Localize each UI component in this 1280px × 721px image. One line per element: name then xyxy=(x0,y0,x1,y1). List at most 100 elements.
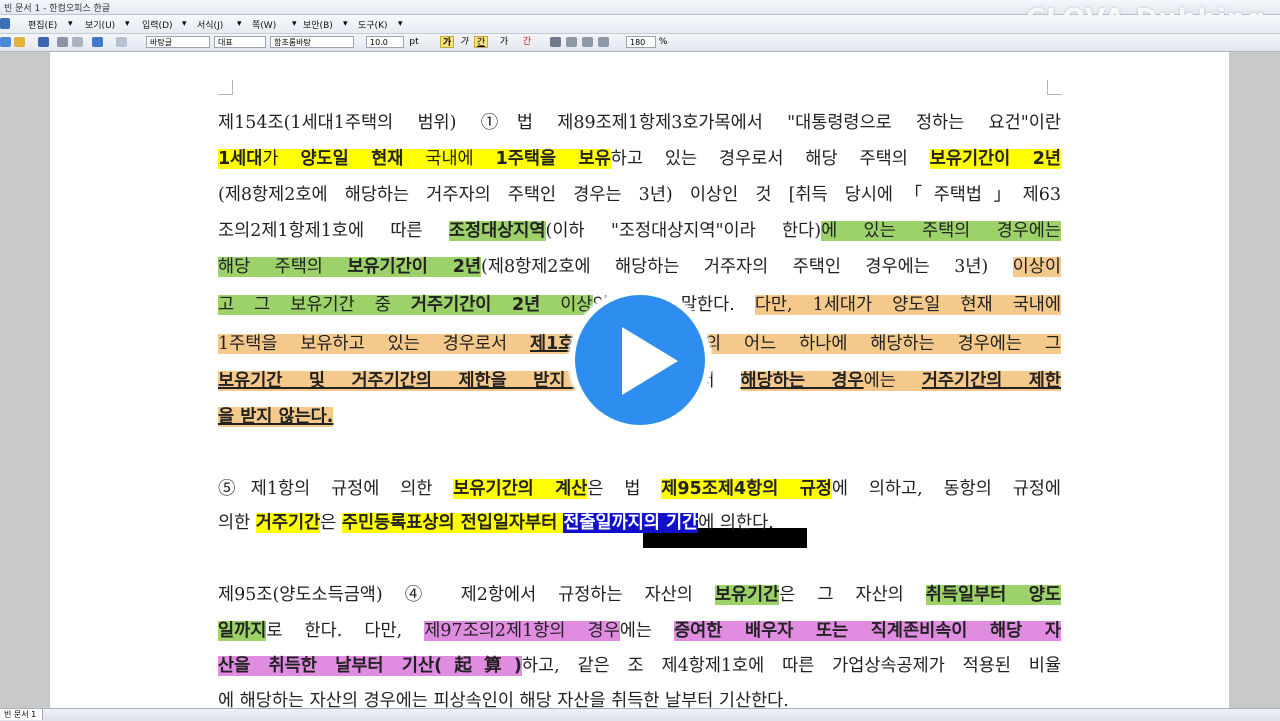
align-right-icon[interactable] xyxy=(598,37,609,47)
document-line: 산을 취득한 날부터 기산(起算)하고, 같은 조 제4항제1호에 따른 가업상… xyxy=(218,653,1061,679)
style-select[interactable]: 바탕글 xyxy=(146,36,210,48)
zoom-unit: % xyxy=(658,37,668,47)
strikethrough-button[interactable]: 가 xyxy=(497,36,511,48)
text-run: 에 해당하는 자산의 경우에는 피상속인이 해당 자산을 취득한 날부터 기산한… xyxy=(218,691,789,708)
text-run: 산을 취득한 날부터 기산(起算) xyxy=(218,656,522,676)
text-run: 일까지 xyxy=(218,621,267,641)
document-line: 1세대가 양도일 현재 국내에 1주택을 보유하고 있는 경우로서 해당 주택의… xyxy=(218,146,1061,172)
redo-icon[interactable] xyxy=(116,37,127,47)
toolbar: 바탕글 대표 함초롬바탕 10.0 pt 가 가 간 가 간 180 % xyxy=(0,34,1280,52)
text-run: 은 법 xyxy=(587,479,662,499)
text-run: 1세대 xyxy=(218,149,263,169)
document-tab[interactable]: 빈 문서 1 xyxy=(0,709,44,720)
status-bar: 빈 문서 1 xyxy=(0,708,1280,721)
text-run: 보유기간 및 거주기간의 제한을 받지 않는 xyxy=(218,371,625,391)
text-run: 1주택을 보유하고 있는 경우로서 xyxy=(218,334,531,354)
new-document-icon[interactable] xyxy=(0,37,11,47)
chevron-down-icon[interactable]: ▾ xyxy=(292,19,297,29)
text-run: 로 한다. 다만, xyxy=(266,621,425,641)
chevron-down-icon[interactable]: ▾ xyxy=(237,19,242,29)
text-run: 보유기간이 2년 xyxy=(347,257,482,277)
document-line: 에 해당하는 자산의 경우에는 피상속인이 해당 자산을 취득한 날부터 기산한… xyxy=(218,688,1061,708)
page-corner-mark-left xyxy=(218,80,233,95)
text-run: 국내에 xyxy=(403,149,496,169)
font-color-button[interactable]: 간 xyxy=(520,36,534,48)
align-justify-icon[interactable] xyxy=(550,37,561,47)
chevron-down-icon[interactable]: ▾ xyxy=(182,19,187,29)
text-run: 전출일까지의 기간 xyxy=(563,513,699,533)
chevron-down-icon[interactable]: ▾ xyxy=(68,19,73,29)
preview-icon[interactable] xyxy=(72,37,83,47)
chevron-down-icon[interactable]: ▾ xyxy=(343,19,348,29)
text-run: 하고 있는 경우로서 해당 주택의 xyxy=(610,149,930,169)
menu-item[interactable]: 서식(J) xyxy=(197,18,223,31)
bold-button[interactable]: 가 xyxy=(440,36,454,48)
text-run: 보유기간 xyxy=(714,585,780,605)
menu-item[interactable]: 입력(D) xyxy=(142,18,173,31)
text-run: 에는 xyxy=(619,621,675,641)
text-run: 제95조(양도소득금액) ④ 제2항에서 규정하는 자산의 xyxy=(218,585,715,605)
play-icon xyxy=(622,327,678,395)
document-line: 해당 주택의 보유기간이 2년(제8항제2호에 해당하는 거주자의 주택인 경우… xyxy=(218,254,1061,280)
text-run: 을 받지 않는다. xyxy=(218,407,334,427)
text-run: 은 그 자산의 xyxy=(779,585,926,605)
font-size-input[interactable]: 10.0 xyxy=(366,36,404,48)
right-margin-area[interactable] xyxy=(1229,52,1280,708)
text-run: 은 xyxy=(320,513,342,533)
menu-item[interactable]: 쪽(W) xyxy=(252,18,276,31)
text-run: 해당 주택의 xyxy=(218,257,348,277)
document-line: 일까지로 한다. 다만, 제97조의2제1항의 경우에는 증여한 배우자 또는 … xyxy=(218,618,1061,644)
text-run: 거주기간의 제한 xyxy=(921,371,1062,391)
text-run: 고 그 보유기간 중 xyxy=(218,295,411,315)
print-icon[interactable] xyxy=(57,37,68,47)
text-run: 보유기간의 계산 xyxy=(453,479,588,499)
menu-item[interactable]: 도구(K) xyxy=(358,18,388,31)
underline-button[interactable]: 간 xyxy=(474,36,488,48)
align-left-icon[interactable] xyxy=(566,37,577,47)
menu-item[interactable]: 보안(B) xyxy=(303,18,333,31)
zoom-input[interactable]: 180 xyxy=(626,36,656,48)
document-line: (제8항제2호에 해당하는 거주자의 주택인 경우는 3년) 이상인 것 [취득… xyxy=(218,182,1061,208)
language-select[interactable]: 대표 xyxy=(214,36,266,48)
text-run: 해당하는 경우 xyxy=(740,371,864,391)
menu-item[interactable]: 편집(E) xyxy=(28,18,57,31)
align-center-icon[interactable] xyxy=(582,37,593,47)
font-size-unit[interactable]: pt xyxy=(406,36,422,48)
text-run: 이상이 xyxy=(1012,257,1061,277)
open-folder-icon[interactable] xyxy=(14,37,25,47)
chevron-down-icon[interactable]: ▾ xyxy=(398,19,403,29)
menu-bar: 편집(E) ▾ 보기(U) ▾ 입력(D) ▾ 서식(J) ▾ 쪽(W) ▾ 보안(B) ▾ 도구(K)… xyxy=(0,15,1280,34)
text-run: 에 있는 주택의 경우에는 xyxy=(821,221,1061,241)
text-run: 거주기간 xyxy=(255,513,321,533)
italic-button[interactable]: 가 xyxy=(457,36,471,48)
document-line: 제154조(1세대1주택의 범위) ①법 제89조제1항제3호가목에서 "대통령… xyxy=(218,110,1061,136)
app-icon[interactable] xyxy=(0,18,10,29)
menu-item[interactable]: 보기(U) xyxy=(85,18,115,31)
page-corner-mark-right xyxy=(1047,80,1062,95)
text-run: ⑤제1항의 규정에 의한 xyxy=(218,479,454,499)
text-run: 보유기간이 2년 xyxy=(929,149,1061,169)
text-run: 취득일부터 양도 xyxy=(925,585,1061,605)
text-run: 다만, 1세대가 양도일 현재 국내에 xyxy=(754,295,1061,315)
text-run: (이하 "조정대상지역"이라 한다) xyxy=(545,221,822,241)
document-line: 의한 거주기간은 주민등록표상의 전입일자부터 전출일까지의 기간에 의한다. xyxy=(218,510,1061,536)
text-run: 에 의하고, 동항의 규정에 xyxy=(831,479,1062,499)
text-run: 하고, 같은 조 제4항제1호에 따른 가업상속공제가 적용된 비율 xyxy=(521,656,1062,676)
chevron-down-icon[interactable]: ▾ xyxy=(125,19,130,29)
text-run: 양도일 현재 xyxy=(300,149,404,169)
document-line: 제95조(양도소득금액) ④ 제2항에서 규정하는 자산의 보유기간은 그 자산… xyxy=(218,582,1061,608)
text-run: 제95조제4항의 규정 xyxy=(661,479,832,499)
text-run: 에 의한다. xyxy=(698,513,774,533)
text-run: 주민등록표상의 전입일자부터 xyxy=(341,513,564,533)
undo-icon[interactable] xyxy=(92,37,103,47)
text-run: 조정대상지역 xyxy=(448,221,546,241)
document-line: ⑤제1항의 규정에 의한 보유기간의 계산은 법 제95조제4항의 규정에 의하… xyxy=(218,476,1061,502)
window-title: 빈 문서 1 - 한컴오피스 한글 xyxy=(4,4,111,14)
text-run: 1주택을 보유 xyxy=(495,149,611,169)
font-select[interactable]: 함초롬바탕 xyxy=(270,36,354,48)
save-icon[interactable] xyxy=(38,37,49,47)
text-run: 증여한 배우자 또는 직계존비속이 해당 자 xyxy=(674,621,1061,641)
left-margin-area xyxy=(0,52,50,708)
